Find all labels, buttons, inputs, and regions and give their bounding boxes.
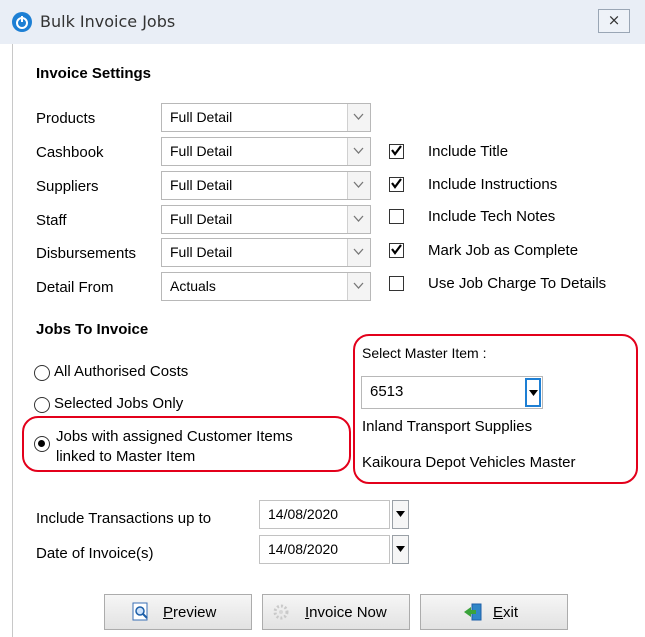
setting-dropdown-button[interactable] bbox=[347, 273, 370, 300]
invoice-date[interactable]: 14/08/2020 bbox=[259, 535, 390, 564]
chevron-down-icon bbox=[353, 147, 364, 154]
setting-label: Disbursements bbox=[36, 245, 137, 262]
option-label: Mark Job as Complete bbox=[428, 242, 579, 259]
radio-master-item-jobs[interactable]: Jobs with assigned Customer Items linked… bbox=[34, 428, 344, 472]
window-title: Bulk Invoice Jobs bbox=[40, 12, 176, 31]
option-checkbox[interactable] bbox=[389, 209, 404, 224]
exit-label: Exit bbox=[493, 604, 519, 621]
option-2[interactable]: Include Tech Notes bbox=[389, 208, 639, 228]
setting-label: Detail From bbox=[36, 279, 114, 296]
close-icon: ⨯ bbox=[607, 12, 621, 29]
radio-label: All Authorised Costs bbox=[54, 363, 189, 380]
app-logo-icon bbox=[12, 12, 32, 32]
chevron-down-icon bbox=[396, 546, 405, 552]
radio-button[interactable] bbox=[34, 397, 50, 413]
title-bar: Bulk Invoice Jobs ⨯ bbox=[0, 0, 645, 44]
radio-label-line1: Jobs with assigned Customer Items bbox=[56, 428, 293, 445]
invoice-now-label: Invoice Now bbox=[305, 604, 387, 621]
option-label: Include Tech Notes bbox=[428, 208, 556, 225]
option-checkbox[interactable] bbox=[389, 276, 404, 291]
close-button[interactable]: ⨯ bbox=[598, 9, 630, 33]
master-item-label: Select Master Item : bbox=[362, 345, 487, 361]
chevron-down-icon bbox=[353, 181, 364, 188]
chevron-down-icon bbox=[353, 248, 364, 255]
option-0[interactable]: Include Title bbox=[389, 143, 639, 163]
radio-selected-jobs[interactable]: Selected Jobs Only bbox=[34, 395, 274, 417]
option-1[interactable]: Include Instructions bbox=[389, 176, 639, 196]
setting-value: Full Detail bbox=[170, 244, 233, 260]
setting-value: Full Detail bbox=[170, 211, 233, 227]
radio-button[interactable] bbox=[34, 436, 50, 452]
radio-button[interactable] bbox=[34, 365, 50, 381]
setting-dropdown-button[interactable] bbox=[347, 172, 370, 199]
invoice-now-button[interactable]: Invoice Now bbox=[262, 594, 410, 630]
setting-label: Products bbox=[36, 110, 96, 127]
option-checkbox[interactable] bbox=[389, 144, 404, 159]
master-item-supplier: Inland Transport Supplies bbox=[362, 418, 533, 435]
radio-all-authorised[interactable]: All Authorised Costs bbox=[34, 363, 274, 385]
setting-dropdown-button[interactable] bbox=[347, 239, 370, 266]
setting-select[interactable]: Full Detail bbox=[161, 205, 371, 234]
invoice-date-dropdown[interactable] bbox=[392, 535, 409, 564]
setting-select[interactable]: Full Detail bbox=[161, 171, 371, 200]
option-checkbox[interactable] bbox=[389, 243, 404, 258]
gear-icon bbox=[273, 604, 289, 620]
setting-select[interactable]: Actuals bbox=[161, 272, 371, 301]
setting-value: Actuals bbox=[170, 278, 216, 294]
radio-label: Selected Jobs Only bbox=[54, 395, 184, 412]
setting-label: Staff bbox=[36, 212, 67, 229]
option-checkbox[interactable] bbox=[389, 177, 404, 192]
exit-door-icon bbox=[464, 603, 482, 621]
exit-button[interactable]: Exit bbox=[420, 594, 568, 630]
magnifier-icon bbox=[132, 602, 148, 621]
master-item-value: 6513 bbox=[370, 383, 404, 400]
master-item-description: Kaikoura Depot Vehicles Master bbox=[362, 454, 576, 471]
include-transactions-date[interactable]: 14/08/2020 bbox=[259, 500, 390, 529]
chevron-down-icon bbox=[396, 511, 405, 517]
preview-button[interactable]: Preview bbox=[104, 594, 252, 630]
checkmark-icon bbox=[391, 178, 402, 189]
setting-value: Full Detail bbox=[170, 177, 233, 193]
option-label: Include Instructions bbox=[428, 176, 558, 193]
master-item-select[interactable]: 6513 bbox=[361, 376, 543, 409]
option-label: Use Job Charge To Details bbox=[428, 275, 607, 292]
setting-select[interactable]: Full Detail bbox=[161, 238, 371, 267]
setting-dropdown-button[interactable] bbox=[347, 206, 370, 233]
checkmark-icon bbox=[391, 244, 402, 255]
setting-value: Full Detail bbox=[170, 143, 233, 159]
setting-select[interactable]: Full Detail bbox=[161, 103, 371, 132]
invoice-date-value: 14/08/2020 bbox=[268, 541, 339, 557]
setting-label: Suppliers bbox=[36, 178, 99, 195]
checkmark-icon bbox=[391, 145, 402, 156]
include-transactions-value: 14/08/2020 bbox=[268, 506, 339, 522]
setting-dropdown-button[interactable] bbox=[347, 138, 370, 165]
setting-value: Full Detail bbox=[170, 109, 233, 125]
chevron-down-icon bbox=[529, 390, 538, 396]
option-4[interactable]: Use Job Charge To Details bbox=[389, 275, 639, 295]
option-3[interactable]: Mark Job as Complete bbox=[389, 242, 639, 262]
include-transactions-dropdown[interactable] bbox=[392, 500, 409, 529]
chevron-down-icon bbox=[353, 113, 364, 120]
invoice-date-label: Date of Invoice(s) bbox=[36, 545, 154, 562]
preview-label: Preview bbox=[163, 604, 217, 621]
include-transactions-label: Include Transactions up to bbox=[36, 510, 212, 527]
invoice-settings-heading: Invoice Settings bbox=[36, 65, 152, 82]
chevron-down-icon bbox=[353, 282, 364, 289]
jobs-to-invoice-heading: Jobs To Invoice bbox=[36, 321, 149, 338]
option-label: Include Title bbox=[428, 143, 509, 160]
setting-label: Cashbook bbox=[36, 144, 104, 161]
chevron-down-icon bbox=[353, 215, 364, 222]
master-item-dropdown-button[interactable] bbox=[525, 378, 541, 407]
setting-dropdown-button[interactable] bbox=[347, 104, 370, 131]
setting-select[interactable]: Full Detail bbox=[161, 137, 371, 166]
radio-label-line2: linked to Master Item bbox=[56, 448, 196, 465]
